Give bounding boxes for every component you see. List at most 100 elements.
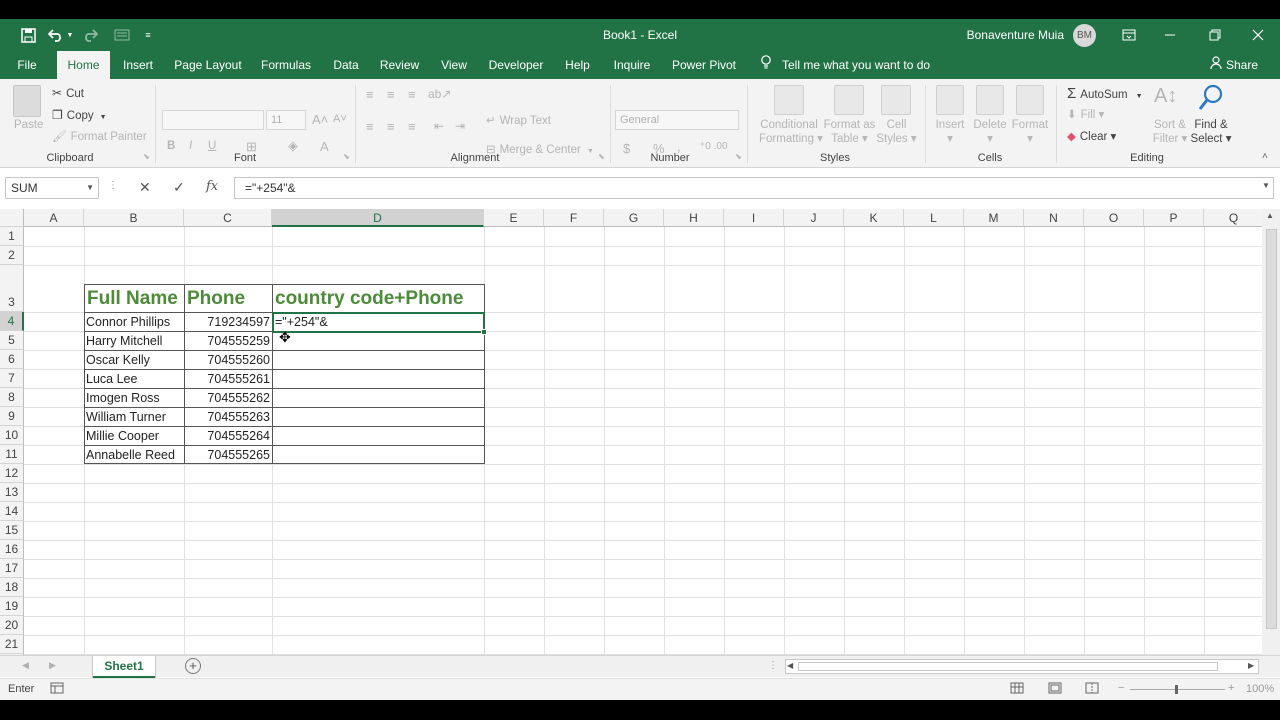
sort-filter-button[interactable]: Sort & Filter ▾ bbox=[1150, 119, 1190, 145]
column-header-p[interactable]: P bbox=[1144, 209, 1204, 227]
decrease-indent-icon[interactable]: ⇤ bbox=[434, 119, 444, 133]
row-header-13[interactable]: 13 bbox=[0, 483, 24, 502]
tab-review[interactable]: Review bbox=[377, 51, 422, 79]
row-header-9[interactable]: 9 bbox=[0, 407, 24, 426]
format-as-table-button[interactable]: Format as Table ▾ bbox=[822, 119, 877, 145]
cell-c11[interactable]: 704555265 bbox=[185, 446, 270, 464]
cut-button[interactable]: ✂ Cut bbox=[52, 86, 84, 100]
column-header-g[interactable]: G bbox=[604, 209, 664, 227]
font-size-combo[interactable]: 11 bbox=[266, 110, 306, 130]
cancel-icon[interactable]: ✕ bbox=[139, 179, 151, 196]
italic-button[interactable]: I bbox=[189, 140, 192, 152]
next-sheet-icon[interactable]: ▶ bbox=[49, 660, 56, 671]
underline-button[interactable]: U bbox=[208, 140, 216, 152]
increase-indent-icon[interactable]: ⇥ bbox=[455, 119, 465, 133]
cell-b3[interactable]: Full Name bbox=[87, 285, 184, 313]
cell-b5[interactable]: Harry Mitchell bbox=[86, 332, 183, 350]
column-header-d[interactable]: D bbox=[272, 209, 484, 227]
format-as-table-icon[interactable] bbox=[834, 85, 864, 115]
cell-c5[interactable]: 704555259 bbox=[185, 332, 270, 350]
paste-icon[interactable] bbox=[13, 85, 41, 117]
wrap-text-button[interactable]: ↵ Wrap Text bbox=[486, 113, 551, 127]
column-header-n[interactable]: N bbox=[1024, 209, 1084, 227]
cell-b9[interactable]: William Turner bbox=[86, 408, 183, 426]
tab-insert[interactable]: Insert bbox=[118, 51, 158, 79]
scroll-left-icon[interactable]: ◀ bbox=[787, 661, 793, 670]
format-cells-button[interactable]: Format ▾ bbox=[1010, 119, 1050, 145]
horizontal-scrollbar[interactable]: ◀ ▶ bbox=[785, 659, 1259, 674]
row-header-3[interactable]: 3 bbox=[0, 265, 24, 312]
conditional-formatting-icon[interactable] bbox=[774, 85, 804, 115]
vertical-scroll-thumb[interactable] bbox=[1266, 229, 1277, 629]
cell-c4[interactable]: 719234597 bbox=[185, 313, 270, 331]
increase-decimal-icon[interactable]: ⁺0 .00 bbox=[700, 141, 728, 152]
row-header-8[interactable]: 8 bbox=[0, 388, 24, 407]
column-header-h[interactable]: H bbox=[664, 209, 724, 227]
tab-file[interactable]: File bbox=[8, 51, 46, 79]
align-center-icon[interactable]: ≡ bbox=[387, 119, 395, 134]
grow-font-icon[interactable]: A˄ bbox=[312, 112, 328, 127]
font-launcher-icon[interactable]: ⬊ bbox=[343, 152, 350, 161]
row-header-18[interactable]: 18 bbox=[0, 578, 24, 597]
minimize-icon[interactable] bbox=[1158, 25, 1182, 45]
currency-button[interactable]: $ bbox=[623, 141, 630, 156]
cell-c7[interactable]: 704555261 bbox=[185, 370, 270, 388]
font-name-combo[interactable] bbox=[162, 110, 264, 130]
cell-styles-icon[interactable] bbox=[881, 85, 911, 115]
name-box[interactable]: SUM ▼ bbox=[5, 177, 99, 199]
fill-handle[interactable] bbox=[481, 329, 487, 335]
clipboard-launcher-icon[interactable]: ⬊ bbox=[143, 152, 150, 161]
cell-b6[interactable]: Oscar Kelly bbox=[86, 351, 183, 369]
tab-view[interactable]: View bbox=[437, 51, 471, 79]
zoom-in-icon[interactable]: + bbox=[1228, 682, 1234, 694]
format-painter-button[interactable]: 🖌 Format Painter bbox=[52, 129, 147, 143]
cell-c3[interactable]: Phone bbox=[187, 285, 272, 313]
macro-record-icon[interactable] bbox=[50, 682, 64, 697]
row-header-2[interactable]: 2 bbox=[0, 246, 24, 265]
row-header-6[interactable]: 6 bbox=[0, 350, 24, 369]
page-break-view-icon[interactable] bbox=[1085, 682, 1099, 697]
share-button[interactable]: Share bbox=[1210, 51, 1258, 79]
autosum-button[interactable]: Σ AutoSum ▼ bbox=[1067, 85, 1143, 102]
tab-page-layout[interactable]: Page Layout bbox=[172, 51, 244, 79]
cell-c10[interactable]: 704555264 bbox=[185, 427, 270, 445]
conditional-formatting-button[interactable]: Conditional Formatting ▾ bbox=[759, 119, 823, 145]
column-header-a[interactable]: A bbox=[24, 209, 84, 227]
tell-me-search[interactable]: Tell me what you want to do bbox=[760, 51, 930, 79]
row-header-14[interactable]: 14 bbox=[0, 502, 24, 521]
expand-formula-bar-icon[interactable]: ▼ bbox=[1262, 181, 1270, 190]
column-header-b[interactable]: B bbox=[84, 209, 184, 227]
column-header-e[interactable]: E bbox=[484, 209, 544, 227]
row-header-10[interactable]: 10 bbox=[0, 426, 24, 445]
close-icon[interactable] bbox=[1246, 25, 1270, 45]
tab-power-pivot[interactable]: Power Pivot bbox=[670, 51, 738, 79]
delete-cells-button[interactable]: Delete ▾ bbox=[972, 119, 1008, 145]
tab-developer[interactable]: Developer bbox=[486, 51, 546, 79]
find-select-button[interactable]: Find & Select ▾ bbox=[1190, 119, 1232, 145]
format-cells-icon[interactable] bbox=[1016, 85, 1044, 115]
column-header-l[interactable]: L bbox=[904, 209, 964, 227]
row-header-21[interactable]: 21 bbox=[0, 635, 24, 654]
row-header-19[interactable]: 19 bbox=[0, 597, 24, 616]
insert-function-icon[interactable]: fx bbox=[206, 179, 218, 194]
magnifier-icon[interactable] bbox=[1197, 83, 1225, 116]
cell-d3[interactable]: country code+Phone bbox=[275, 285, 484, 313]
column-header-o[interactable]: O bbox=[1084, 209, 1144, 227]
previous-sheet-icon[interactable]: ◀ bbox=[22, 660, 29, 671]
column-header-c[interactable]: C bbox=[184, 209, 272, 227]
row-header-4[interactable]: 4 bbox=[0, 312, 24, 331]
align-right-icon[interactable]: ≡ bbox=[408, 119, 416, 134]
horizontal-scroll-thumb[interactable] bbox=[798, 662, 1218, 671]
orientation-icon[interactable]: ab↗ bbox=[428, 87, 451, 101]
column-header-f[interactable]: F bbox=[544, 209, 604, 227]
normal-view-icon[interactable] bbox=[1010, 682, 1024, 697]
bold-button[interactable]: B bbox=[167, 140, 175, 152]
cell-c9[interactable]: 704555263 bbox=[185, 408, 270, 426]
align-left-icon[interactable]: ≡ bbox=[366, 119, 374, 134]
cell-b7[interactable]: Luca Lee bbox=[86, 370, 183, 388]
avatar[interactable]: BM bbox=[1073, 24, 1096, 47]
zoom-out-icon[interactable]: − bbox=[1118, 682, 1124, 694]
row-header-5[interactable]: 5 bbox=[0, 331, 24, 350]
align-middle-icon[interactable]: ≡ bbox=[387, 87, 395, 102]
number-launcher-icon[interactable]: ⬊ bbox=[735, 152, 742, 161]
